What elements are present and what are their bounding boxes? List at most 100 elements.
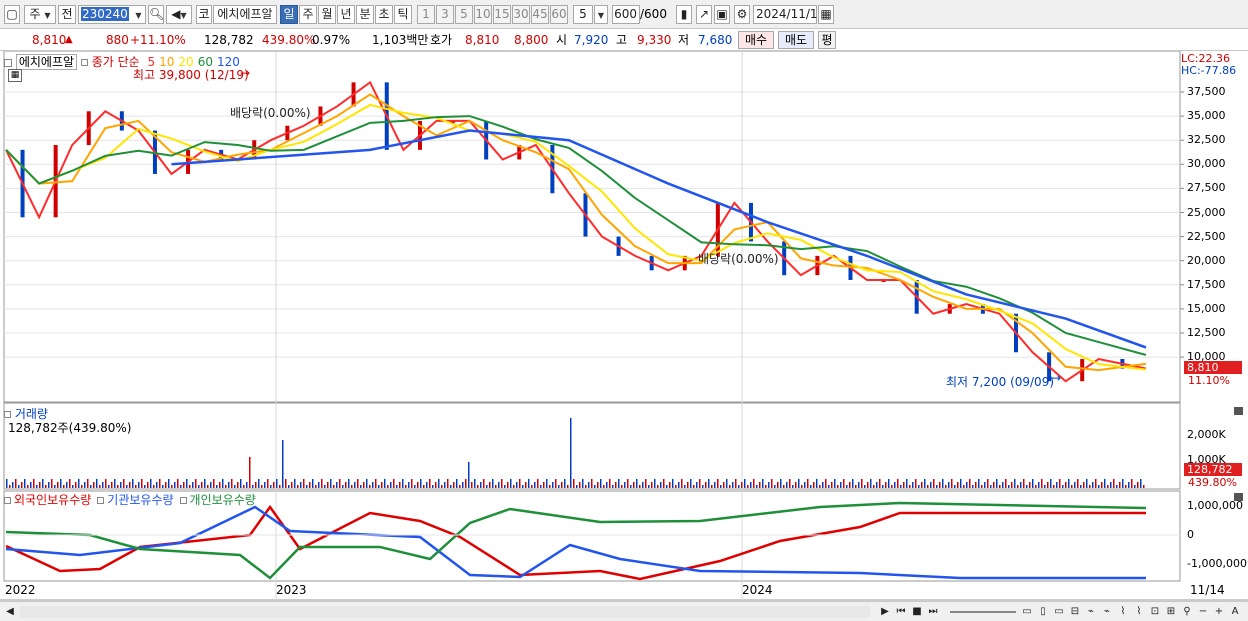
stop-icon[interactable]: ■ — [910, 605, 924, 619]
period-tab[interactable]: 일 — [280, 5, 298, 24]
gear-icon[interactable]: ⚙ — [734, 5, 750, 24]
save-icon[interactable]: ▣ — [714, 5, 730, 24]
volume-bar — [42, 479, 44, 488]
low-label: 저 — [678, 33, 690, 47]
layout-icon[interactable]: ⊡ — [1148, 605, 1162, 619]
draw-icon[interactable]: ⌇ — [1132, 605, 1146, 619]
volume-bar — [1095, 479, 1097, 488]
interval-dropdown[interactable]: ▼ — [594, 5, 608, 24]
minus-icon[interactable]: − — [1196, 605, 1210, 619]
candle-type-icon[interactable]: ▮ — [676, 5, 692, 24]
date-input[interactable]: 2024/11/14 — [753, 5, 825, 24]
panel-close-icon[interactable] — [1234, 407, 1243, 415]
volume-bar — [1116, 485, 1118, 488]
layout-icon[interactable]: ▭ — [1052, 605, 1066, 619]
speaker-icon[interactable]: ◀︎▼ — [166, 5, 192, 24]
price-tick: 17,500 — [1187, 277, 1226, 291]
buy-button[interactable]: 매수 — [738, 31, 774, 49]
tool-icon[interactable]: ↗ — [696, 5, 712, 24]
play-icon[interactable]: ▶ — [878, 605, 892, 619]
zoom-icon[interactable]: ⚲ — [1180, 605, 1194, 619]
period-tab[interactable]: 월 — [318, 5, 336, 24]
volume-bar — [156, 482, 158, 488]
volume-bar — [57, 482, 59, 488]
holding-series-label[interactable]: 개인보유수량 — [190, 493, 256, 507]
volume-bar — [681, 479, 683, 488]
volume-bar — [33, 479, 35, 488]
stock-chart[interactable] — [0, 51, 1248, 601]
minute-option[interactable]: 60 — [550, 5, 568, 24]
volume-bar — [126, 485, 128, 488]
minute-option[interactable]: 3 — [436, 5, 454, 24]
market-select[interactable]: 주 ▼ — [24, 5, 56, 24]
legend-stock-name[interactable]: 에치에프알 — [15, 54, 78, 70]
holding-series-label[interactable]: 외국인보유수량 — [14, 493, 91, 507]
minute-option[interactable]: 5 — [455, 5, 473, 24]
chevron-down-icon: ▼ — [44, 11, 51, 20]
draw-icon[interactable]: ⌇ — [1116, 605, 1130, 619]
holding-series-label[interactable]: 기관보유수량 — [107, 493, 173, 507]
period-tab[interactable]: 초 — [375, 5, 393, 24]
speed-slider[interactable] — [950, 611, 1016, 613]
search-icon[interactable]: 🔍︎ — [148, 5, 164, 24]
volume-bar — [564, 479, 566, 488]
period-tab[interactable]: 년 — [337, 5, 355, 24]
draw-icon[interactable]: ⌁ — [1084, 605, 1098, 619]
scroll-track[interactable] — [20, 606, 870, 618]
volume-bar — [549, 485, 551, 488]
period-tab[interactable]: 분 — [356, 5, 374, 24]
layout-icon[interactable]: ⊞ — [1164, 605, 1178, 619]
plus-icon[interactable]: + — [1212, 605, 1226, 619]
rewind-icon[interactable]: ⏮ — [894, 605, 908, 619]
minute-option[interactable]: 10 — [474, 5, 492, 24]
minute-option[interactable]: 1 — [417, 5, 435, 24]
scroll-left-icon[interactable]: ◀ — [3, 605, 17, 619]
code-dropdown-arrow[interactable]: ▼ — [132, 5, 146, 24]
minute-option[interactable]: 15 — [493, 5, 511, 24]
layout-icon[interactable]: ⊟ — [1068, 605, 1082, 619]
volume-bar — [993, 482, 995, 488]
fast-forward-icon[interactable]: ⏭ — [926, 605, 940, 619]
holding-legend: 외국인보유수량 기관보유수량 개인보유수량 — [4, 491, 256, 508]
volume-bar — [585, 485, 587, 488]
volume-bar — [243, 485, 245, 488]
layout-icon[interactable]: ▭ — [1020, 605, 1034, 619]
minute-option[interactable]: 30 — [512, 5, 530, 24]
volume-bar — [1029, 482, 1031, 488]
stock-name-label[interactable]: 에치에프알 — [213, 5, 277, 24]
volume-bar — [363, 482, 365, 488]
volume-bar — [939, 482, 941, 488]
chart-area[interactable]: 에치에프알 종가 단순 5 10 20 60 120 ▦ 최고 39,800 (12/1… — [0, 51, 1248, 601]
auto-scale-icon[interactable]: A — [1228, 605, 1242, 619]
draw-icon[interactable]: ⌁ — [1100, 605, 1114, 619]
volume-bar — [312, 479, 314, 488]
volume-bar — [1002, 482, 1004, 488]
volume-bar — [996, 479, 998, 488]
sell-button[interactable]: 매도 — [778, 31, 814, 49]
period-tab[interactable]: 틱 — [394, 5, 412, 24]
calendar-icon[interactable]: ▦ — [818, 5, 834, 24]
layout-icon[interactable]: ▯ — [1036, 605, 1050, 619]
volume-bar — [498, 482, 500, 488]
grid-table-icon[interactable]: ▦ — [8, 69, 22, 82]
volume-bar — [609, 479, 611, 488]
count-input[interactable]: 600 — [612, 5, 640, 24]
period-tab[interactable]: 주 — [299, 5, 317, 24]
volume-bar — [261, 485, 263, 488]
volume-bar — [960, 479, 962, 488]
all-button[interactable]: 전 — [58, 5, 76, 24]
volume-bar — [384, 479, 386, 488]
volume-bar — [1137, 482, 1139, 488]
volume-bar — [792, 485, 794, 488]
interval-input[interactable]: 5 — [573, 5, 593, 24]
average-button[interactable]: 평 — [818, 31, 836, 49]
window-icon[interactable]: ▢ — [4, 5, 20, 24]
volume-bar — [423, 485, 425, 488]
volume-bar — [1098, 485, 1100, 488]
volume-bar — [942, 479, 944, 488]
volume-bar — [819, 485, 821, 488]
volume-bar — [738, 485, 740, 488]
legend-box-icon[interactable] — [4, 58, 12, 67]
volume-bar — [111, 482, 113, 488]
minute-option[interactable]: 45 — [531, 5, 549, 24]
